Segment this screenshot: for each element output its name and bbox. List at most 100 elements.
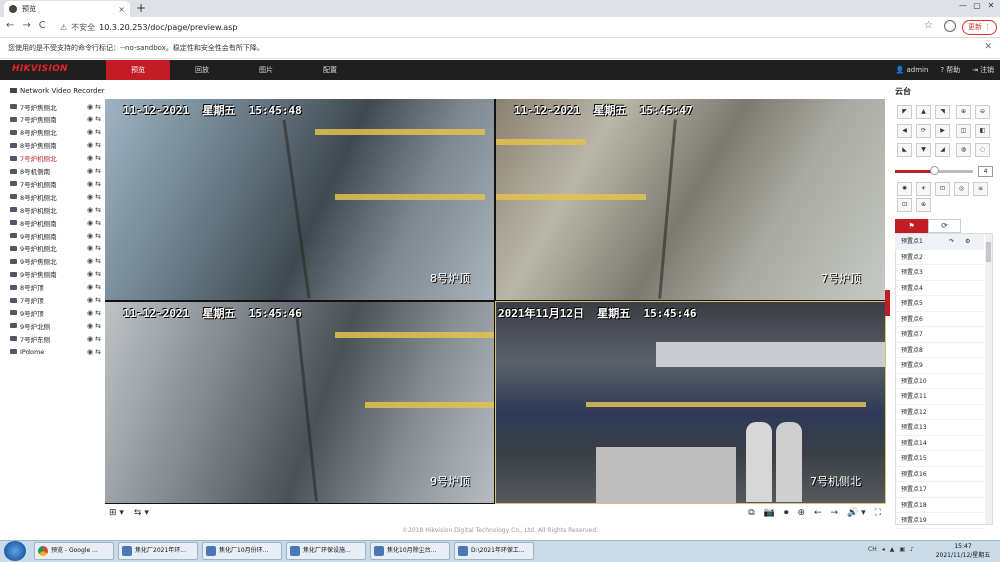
preset-item[interactable]: 预置点12 xyxy=(895,405,984,420)
preset-item[interactable]: 预置点8 xyxy=(895,343,984,358)
ptz-up-left-button[interactable]: ◤ xyxy=(897,105,912,119)
preset-item[interactable]: 预置点15 xyxy=(895,451,984,467)
preview-icon[interactable]: ◉ xyxy=(86,232,94,240)
preset-item[interactable]: 预置点3 xyxy=(895,265,984,281)
video-tile-3[interactable]: 11-12-2021 星期五 15:45:46 9号炉顶 xyxy=(105,302,494,503)
stream-switch-icon[interactable]: ⇆ xyxy=(94,244,102,252)
stream-switch-icon[interactable]: ⇆ xyxy=(94,335,102,343)
ptz-function-button[interactable]: ✺ xyxy=(897,182,912,196)
preset-item[interactable]: 预置点2 xyxy=(895,250,984,265)
preset-item[interactable]: 预置点14 xyxy=(895,436,984,451)
preset-item[interactable]: 预置点19 xyxy=(895,513,984,529)
preview-icon[interactable]: ◉ xyxy=(86,348,94,356)
tree-camera-item[interactable]: 7号炉顶 ◉ ⇆ xyxy=(10,294,102,307)
nav-preview[interactable]: 预览 xyxy=(106,60,170,80)
preset-call-icon[interactable]: ↷ xyxy=(949,234,954,250)
forward-icon[interactable]: → xyxy=(22,20,30,31)
preset-settings-icon[interactable]: ⚙ xyxy=(965,234,970,250)
preview-icon[interactable]: ◉ xyxy=(86,128,94,136)
preview-icon[interactable]: ◉ xyxy=(86,270,94,278)
minimize-icon[interactable]: — xyxy=(956,0,970,12)
stream-switch-icon[interactable]: ⇆ xyxy=(94,219,102,227)
preview-icon[interactable]: ◉ xyxy=(86,309,94,317)
stream-switch-icon[interactable]: ⇆ xyxy=(94,348,102,356)
stream-switch-icon[interactable]: ⇆ xyxy=(94,167,102,175)
update-button[interactable]: 更新 ⋮ xyxy=(962,20,998,35)
stream-switch-icon[interactable]: ⇆ xyxy=(94,206,102,214)
reload-icon[interactable]: C xyxy=(39,20,46,31)
preview-icon[interactable]: ◉ xyxy=(86,335,94,343)
stream-switch-icon[interactable]: ⇆ xyxy=(94,193,102,201)
ptz-left-button[interactable]: ◀ xyxy=(897,124,912,138)
stream-switch-icon[interactable]: ⇆ xyxy=(94,283,102,291)
preset-item[interactable]: 预置点1 ↷ ⚙ xyxy=(895,234,984,250)
video-tile-4[interactable]: 2021年11月12日 星期五 15:45:46 7号机侧北 xyxy=(495,301,886,504)
tree-camera-item[interactable]: 7号炉东侧 ◉ ⇆ xyxy=(10,332,102,345)
stream-switch-icon[interactable]: ⇆ xyxy=(94,115,102,123)
start-button[interactable] xyxy=(4,541,26,561)
prev-page-icon[interactable]: ← xyxy=(814,508,822,518)
ptz-focus-near-button[interactable]: ◫ xyxy=(956,124,971,138)
volume-icon[interactable]: ♪ xyxy=(910,546,914,553)
video-tile-1[interactable]: 11-12-2021 星期五 15:45:48 8号炉顶 xyxy=(105,99,494,300)
preview-icon[interactable]: ◉ xyxy=(86,257,94,265)
tree-camera-item[interactable]: 9号炉焦侧北 ◉ ⇆ xyxy=(10,255,102,268)
tab-preset[interactable]: ⚑ xyxy=(895,219,928,233)
nav-config[interactable]: 配置 xyxy=(298,60,362,80)
preset-scroll-thumb[interactable] xyxy=(986,242,991,262)
stream-switch-icon[interactable]: ⇆ xyxy=(94,103,102,111)
browser-tab[interactable]: 预览 × xyxy=(4,1,130,17)
record-icon[interactable]: ⏺ xyxy=(784,508,789,518)
preset-item[interactable]: 预置点16 xyxy=(895,467,984,482)
preview-icon[interactable]: ◉ xyxy=(86,180,94,188)
tree-camera-item[interactable]: 9号炉焦侧南 ◉ ⇆ xyxy=(10,268,102,281)
tree-camera-item[interactable]: 9号炉机侧北 ◉ ⇆ xyxy=(10,242,102,255)
ptz-zoom-in-button[interactable]: ⊕ xyxy=(956,105,971,119)
ptz-down-left-button[interactable]: ◣ xyxy=(897,143,912,157)
stream-select-button[interactable]: ⇆ ▾ xyxy=(134,508,149,518)
ptz-function-button[interactable]: ⊡ xyxy=(897,198,912,212)
network-icon[interactable]: ▣ xyxy=(899,546,905,553)
preview-icon[interactable]: ◉ xyxy=(86,141,94,149)
fullscreen-icon[interactable]: ⛶ xyxy=(875,508,881,518)
taskbar-clock[interactable]: 15:47 2021/11/12/星期五 xyxy=(928,542,998,560)
preset-item[interactable]: 预置点11 xyxy=(895,389,984,405)
tree-camera-item[interactable]: 8号炉机侧北 ◉ ⇆ xyxy=(10,190,102,203)
tree-camera-item[interactable]: IPdome ◉ ⇆ xyxy=(10,345,102,358)
volume-icon[interactable]: 🔊 ▾ xyxy=(847,508,866,518)
stream-switch-icon[interactable]: ⇆ xyxy=(94,141,102,149)
stream-switch-icon[interactable]: ⇆ xyxy=(94,154,102,162)
ptz-function-button[interactable]: ≡ xyxy=(973,182,988,196)
preview-icon[interactable]: ◉ xyxy=(86,115,94,123)
tree-camera-item[interactable]: 9号炉机侧南 ◉ ⇆ xyxy=(10,229,102,242)
preset-scrollbar[interactable] xyxy=(985,234,992,524)
close-window-icon[interactable]: ✕ xyxy=(984,0,998,12)
ptz-function-button[interactable]: ⊕ xyxy=(916,198,931,212)
preview-icon[interactable]: ◉ xyxy=(86,154,94,162)
tree-camera-item[interactable]: 7号炉焦侧南 ◉ ⇆ xyxy=(10,113,102,126)
preview-icon[interactable]: ◉ xyxy=(86,244,94,252)
stream-switch-icon[interactable]: ⇆ xyxy=(94,309,102,317)
tree-camera-item[interactable]: 7号炉机侧南 ◉ ⇆ xyxy=(10,177,102,190)
preset-item[interactable]: 预置点6 xyxy=(895,312,984,327)
tree-camera-item[interactable]: 8号炉机侧南 ◉ ⇆ xyxy=(10,216,102,229)
tree-camera-item[interactable]: 7号炉机侧北 ◉ ⇆ xyxy=(10,152,102,165)
ptz-iris-open-button[interactable]: ◍ xyxy=(956,143,971,157)
preview-icon[interactable]: ◉ xyxy=(86,219,94,227)
preview-icon[interactable]: ◉ xyxy=(86,322,94,330)
tree-camera-item[interactable]: 7号炉焦侧北 ◉ ⇆ xyxy=(10,100,102,113)
preview-icon[interactable]: ◉ xyxy=(86,296,94,304)
ptz-down-right-button[interactable]: ◢ xyxy=(935,143,950,157)
ptz-focus-far-button[interactable]: ◧ xyxy=(975,124,990,138)
layout-select-button[interactable]: ⊞ ▾ xyxy=(109,508,124,518)
tree-root-nvr[interactable]: Network Video Recorder xyxy=(10,87,105,95)
preview-icon[interactable]: ◉ xyxy=(86,206,94,214)
tree-camera-item[interactable]: 8号炉顶 ◉ ⇆ xyxy=(10,281,102,294)
ptz-function-button[interactable]: ◎ xyxy=(954,182,969,196)
taskbar-item[interactable]: 焦化厂2021年环... xyxy=(118,542,198,560)
capture-icon[interactable]: 📷 xyxy=(764,508,775,518)
ptz-up-button[interactable]: ▲ xyxy=(916,105,931,119)
ptz-function-button[interactable]: ☀ xyxy=(916,182,931,196)
tab-close-icon[interactable]: × xyxy=(118,5,125,14)
ptz-down-button[interactable]: ▼ xyxy=(916,143,931,157)
